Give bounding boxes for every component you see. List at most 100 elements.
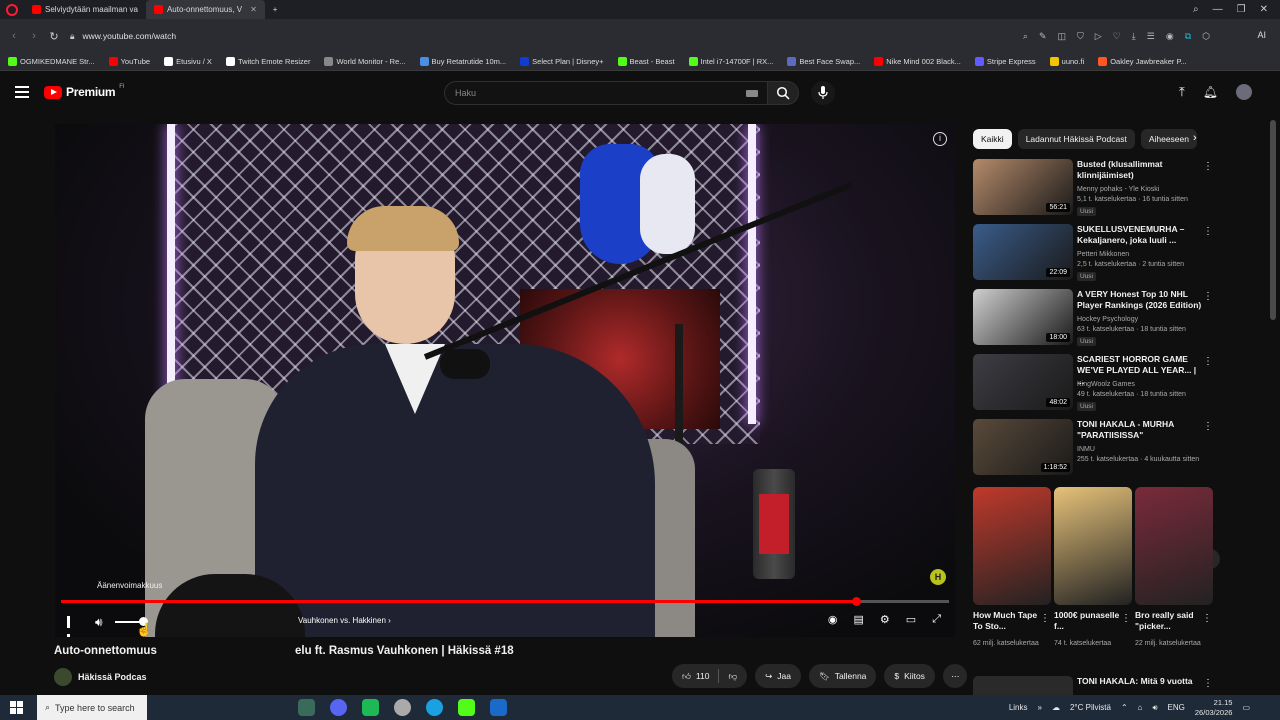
short-title[interactable]: How Much Tape To Sto... [973, 610, 1041, 632]
heart-icon[interactable]: ♡ [1113, 31, 1121, 42]
settings-gear-icon[interactable]: ⚙ [880, 613, 890, 626]
chevron-icon[interactable]: » [1038, 703, 1042, 712]
search-input[interactable]: Haku [444, 81, 769, 105]
bookmark-item[interactable]: Intel i7-14700F | RX... [688, 57, 773, 66]
weather-text[interactable]: 2°C Pilvistä [1070, 703, 1111, 712]
short-thumbnail[interactable] [973, 487, 1051, 605]
volume-tray-icon[interactable]: 🔊︎ [1153, 703, 1158, 713]
shield-icon[interactable]: ⛉ [1077, 31, 1084, 42]
reload-icon[interactable]: ↻ [44, 30, 64, 43]
edit-icon[interactable]: ✎ [1039, 31, 1047, 42]
minimize-icon[interactable]: — [1213, 4, 1223, 15]
miniplayer-icon[interactable]: ▭ [906, 613, 916, 626]
edge-icon[interactable] [426, 699, 443, 716]
bookmark-item[interactable]: Stripe Express [974, 57, 1036, 66]
progress-scrubber[interactable] [851, 597, 861, 606]
list-item[interactable]: 1:18:52 TONI HAKALA - MURHA "PARATIISISSA… [973, 419, 1223, 477]
keyboard-icon[interactable] [746, 90, 758, 97]
more-options-icon[interactable]: ⋮ [1202, 613, 1212, 624]
forward-icon[interactable]: › [24, 30, 44, 42]
more-options-icon[interactable]: ⋮ [1203, 356, 1213, 367]
hamburger-menu-icon[interactable] [15, 86, 29, 98]
more-options-icon[interactable]: ⋮ [1121, 613, 1131, 624]
filter-chip[interactable]: Aiheeseen [1140, 129, 1197, 149]
bookmark-item[interactable]: Twitch Emote Resizer [225, 57, 310, 66]
pause-button[interactable] [67, 615, 77, 637]
links-toolbar[interactable]: Links [1009, 703, 1028, 712]
list-item[interactable]: TONI HAKALA: Mitä 9 vuotta ⋮ [973, 676, 1223, 696]
more-options-icon[interactable]: ⋮ [1203, 291, 1213, 302]
notifications-bell-icon[interactable]: 🔔︎ [1203, 85, 1218, 99]
save-button[interactable]: 🔖︎ Tallenna [808, 664, 877, 688]
list-item[interactable]: 18:00 A VERY Honest Top 10 NHL Player Ran… [973, 289, 1223, 347]
download-icon[interactable]: ⤓ [1132, 31, 1136, 42]
autoplay-toggle-icon[interactable]: ◉ [828, 613, 838, 626]
voice-search-button[interactable] [811, 81, 835, 105]
more-options-icon[interactable]: ⋮ [1203, 421, 1213, 432]
progress-bar[interactable] [61, 597, 949, 606]
more-options-icon[interactable]: ⋮ [1040, 613, 1050, 624]
channel-watermark-icon[interactable]: H [930, 569, 946, 585]
spotify-icon[interactable] [362, 699, 379, 716]
back-icon[interactable]: ‹ [4, 30, 24, 42]
bookmark-item[interactable]: YouTube [108, 57, 150, 66]
filter-chip[interactable]: Ladannut Häkissä Podcast [1017, 129, 1135, 149]
profile-icon[interactable]: ◉ [1166, 31, 1174, 42]
bookmark-item[interactable]: Buy Retatrutide 10m... [419, 57, 506, 66]
ai-button[interactable]: AI [1257, 30, 1266, 40]
search-button[interactable] [767, 81, 799, 105]
app-icon[interactable] [298, 699, 315, 716]
like-button[interactable]: 👍︎ 110 👎︎ [672, 664, 748, 688]
more-options-icon[interactable]: ⋮ [1203, 161, 1213, 172]
more-actions-button[interactable]: ⋯ [942, 664, 968, 688]
search-page-icon[interactable]: ⌕ [1023, 31, 1028, 42]
chapter-title[interactable]: Vauhkonen vs. Hakkinen › [298, 616, 391, 625]
tray-expand-icon[interactable]: ⌃ [1121, 703, 1128, 712]
channel-name[interactable]: Häkissä Podcas [78, 672, 147, 682]
share-button[interactable]: ↪ Jaa [755, 664, 801, 688]
bookmark-item[interactable]: uuno.fi [1049, 57, 1084, 66]
fullscreen-icon[interactable]: ⤢ [932, 613, 941, 626]
scrollbar[interactable] [1270, 120, 1276, 320]
extension-icon[interactable]: ⧉ [1185, 31, 1191, 42]
bookmark-item[interactable]: Select Plan | Disney+ [520, 57, 604, 66]
youtube-premium-logo[interactable]: Premium FI [44, 84, 125, 99]
short-thumbnail[interactable] [1054, 487, 1132, 605]
kick-icon[interactable] [458, 699, 475, 716]
more-options-icon[interactable]: ⋮ [1203, 678, 1213, 689]
opera-logo-icon[interactable] [6, 3, 18, 16]
notifications-icon[interactable]: ▭ [1242, 703, 1250, 712]
camera-icon[interactable]: ◫ [1058, 31, 1067, 42]
bookmark-item[interactable]: Nike Mind 002 Black... [874, 57, 961, 66]
thumbs-down-icon[interactable]: 👎︎ [728, 671, 737, 682]
bookmark-item[interactable]: Beast - Beast [617, 57, 675, 66]
bookmark-item[interactable]: Etusivu / X [164, 57, 212, 66]
new-tab-button[interactable]: + [265, 0, 286, 19]
list-item[interactable]: 48:02 SCARIEST HORROR GAME WE'VE PLAYED A… [973, 354, 1223, 412]
subtitles-icon[interactable]: ▤ [854, 613, 864, 626]
short-title[interactable]: 1000€ punaselle f... [1054, 610, 1122, 632]
avatar[interactable] [1236, 84, 1252, 100]
windows-start-icon[interactable] [10, 701, 23, 714]
close-window-icon[interactable]: ✕ [1260, 4, 1268, 15]
browser-tab-1[interactable]: Selviydytään maailman va [24, 0, 146, 19]
search-tabs-icon[interactable]: ⌕ [1193, 4, 1199, 15]
upload-icon[interactable]: ⤒ [1179, 84, 1185, 100]
bookmark-item[interactable]: World Monitor - Re... [324, 57, 406, 66]
menu-icon[interactable]: ☰ [1147, 31, 1155, 42]
more-options-icon[interactable]: ⋮ [1203, 226, 1213, 237]
video-player[interactable]: i H Äänenvoimakkuus 🔊︎ Vauhkonen vs. Hak… [55, 124, 955, 637]
cube-icon[interactable]: ⬡ [1202, 31, 1210, 42]
clock[interactable]: 21.15 26/03/2026 [1195, 698, 1233, 718]
close-tab-icon[interactable]: ✕ [250, 5, 257, 14]
network-icon[interactable]: ⌂ [1138, 703, 1143, 712]
bookmark-item[interactable]: Best Face Swap... [787, 57, 860, 66]
language-indicator[interactable]: ENG [1168, 703, 1185, 712]
taskbar-search-input[interactable]: ⌕ Type here to search [37, 695, 147, 720]
maximize-icon[interactable]: ❐ [1237, 4, 1246, 15]
browser-tab-2[interactable]: Auto-onnettomuus, V ✕ [145, 0, 265, 19]
chips-next-icon[interactable]: › [1193, 132, 1197, 144]
shield-app-icon[interactable] [394, 699, 411, 716]
bookmark-item[interactable]: Oakley Jawbreaker P... [1098, 57, 1187, 66]
filter-chip[interactable]: Kaikki [973, 129, 1012, 149]
